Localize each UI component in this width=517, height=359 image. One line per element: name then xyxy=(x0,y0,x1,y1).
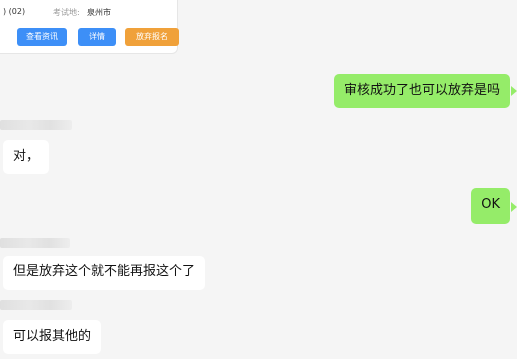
message-text: 可以报其他的 xyxy=(13,329,92,344)
bubble-tail xyxy=(511,86,517,96)
message-bubble-other[interactable]: 但是放弃这个就不能再报这个了 xyxy=(3,256,206,290)
sender-name-blurred xyxy=(0,238,70,248)
exam-location-value: 泉州市 xyxy=(87,8,111,17)
sender-name-blurred xyxy=(0,300,72,310)
message-text: OK xyxy=(481,197,500,212)
message-bubble-self[interactable]: OK xyxy=(471,188,510,224)
message-text: 审核成功了也可以放弃是吗 xyxy=(343,83,500,98)
message-bubble-self[interactable]: 审核成功了也可以放弃是吗 xyxy=(333,74,510,108)
sender-name-blurred xyxy=(0,120,72,130)
message-bubble-other[interactable]: 可以报其他的 xyxy=(3,320,102,354)
abandon-registration-button[interactable]: 放弃报名 xyxy=(125,28,179,46)
exam-registration-card: ) (02) 考试地: 泉州市 查看资讯 详情 放弃报名 xyxy=(0,0,179,54)
exam-code: ) (02) xyxy=(3,7,26,16)
bubble-tail xyxy=(511,202,517,212)
message-text: 但是放弃这个就不能再报这个了 xyxy=(13,264,196,279)
detail-button[interactable]: 详情 xyxy=(78,28,116,46)
exam-location-label: 考试地: xyxy=(53,8,80,17)
message-text: 对， xyxy=(13,149,40,164)
message-bubble-other[interactable]: 对， xyxy=(3,140,50,174)
view-info-button[interactable]: 查看资讯 xyxy=(17,28,67,46)
